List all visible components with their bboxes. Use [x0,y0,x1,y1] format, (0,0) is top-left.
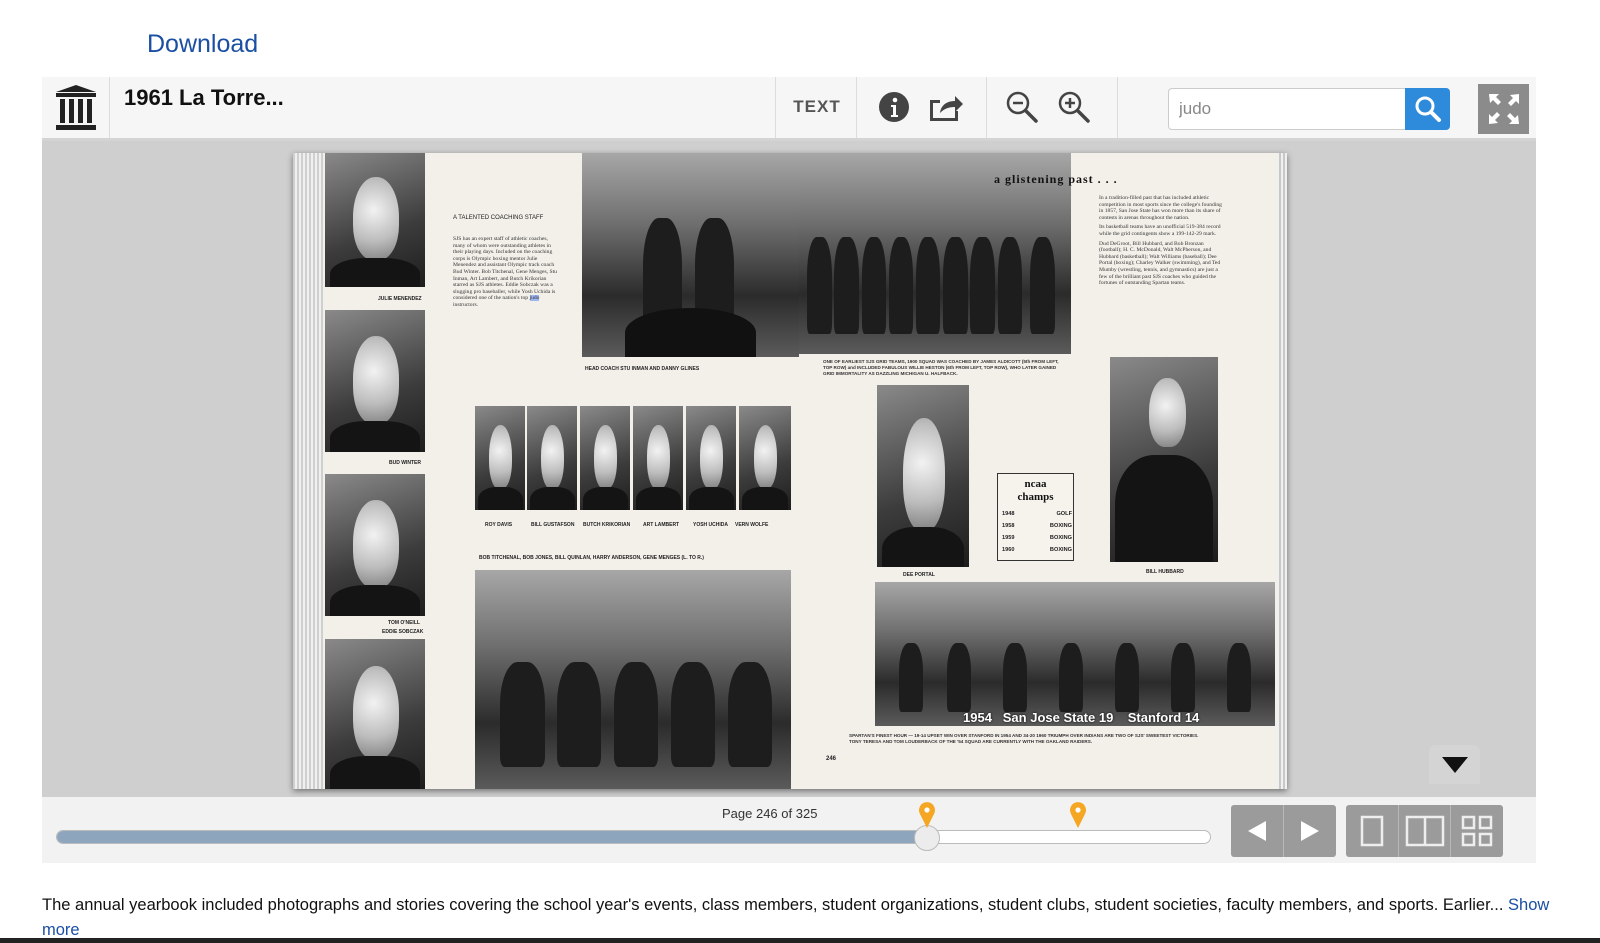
book-spread: JULIE MENENDEZ BUD WINTER TOM O'NEILL ED… [293,153,1287,789]
toolbar-divider [1117,77,1118,138]
football-game-photo [875,582,1275,726]
staff-portrait [633,406,683,510]
description-text: The annual yearbook included photographs… [42,896,1504,914]
zoom-out-icon [1006,91,1038,123]
zoom-in-button[interactable] [1054,85,1094,129]
grid-team-caption: ONE OF EARLIEST SJS GRID TEAMS, 1900 SQU… [823,359,1059,377]
ncaa-row: 1960 BOXING [1002,547,1072,553]
two-page-view-button[interactable] [1399,805,1452,857]
ncaa-row: 1948 GOLF [1002,511,1072,517]
thumbnail-view-icon [1461,815,1493,847]
staff-name: ROY DAVIS [485,522,513,528]
share-icon [930,96,963,121]
staff-portrait [580,406,630,510]
portrait-caption: BUD WINTER [389,460,421,466]
toggle-navbar-button[interactable] [1429,745,1480,784]
fullscreen-button[interactable] [1478,84,1529,134]
book-title: 1961 La Torre... [124,85,284,110]
portrait-caption: EDDIE SOBCZAK [382,629,424,635]
portrait-caption: TOM O'NEILL [388,620,420,626]
staff-name: BILL GUSTAFSON [531,522,575,528]
right-page: a glistening past . . . In a tradition-f… [799,153,1287,789]
search-icon [1415,96,1441,122]
staff-name: YOSH UCHIDA [693,522,729,528]
view-mode-controls [1346,805,1503,857]
arrow-left-icon [1248,821,1266,841]
group-caption: BOB TITCHENAL, BOB JONES, BILL QUINLAN, … [479,555,704,561]
search-input[interactable] [1168,88,1405,130]
coach-portrait [325,153,425,287]
text-view-button[interactable]: TEXT [782,85,852,129]
page-footer-edge [0,938,1600,943]
score-banner: 1954 San Jose State 19 Stanford 14 [963,710,1200,725]
game-caption: SPARTAN'S FINEST HOUR — 19-14 UPSET WIN … [849,733,1199,745]
one-page-view-button[interactable] [1346,805,1399,857]
glisten-text: In a tradition-filled past that has incl… [1099,195,1222,287]
glisten-title: a glistening past . . . [994,172,1118,186]
ncaa-champs-box: ncaa champs 1948 GOLF 1958 BOXING 1959 BOXIN… [997,473,1074,561]
search-button[interactable] [1405,88,1450,130]
staff-portrait [475,406,525,510]
staff-portrait [739,406,791,510]
photo-caption: BILL HUBBARD [1146,569,1184,575]
page-number: 246 [826,756,837,762]
group-photo [475,570,791,789]
next-page-button[interactable] [1284,805,1336,857]
book-navbar: Page 246 of 325 [42,797,1536,863]
ncaa-row: 1959 BOXING [1002,535,1072,541]
page-edge [1277,153,1287,789]
item-description: The annual yearbook included photographs… [42,893,1552,943]
coach-portrait [325,474,425,616]
zoom-in-icon [1058,91,1090,123]
info-icon [879,92,909,122]
chevron-down-icon [1441,756,1468,773]
toolbar-divider [986,77,987,138]
staff-portrait [686,406,736,510]
dee-portal-photo [877,385,969,567]
search-result-marker[interactable] [918,801,936,829]
coaching-text: SJS has an expert staff of athletic coac… [453,236,557,308]
page-flip-controls [1231,805,1336,857]
slider-progress [57,831,927,843]
page-slider[interactable] [56,830,1211,844]
one-page-view-icon [1360,815,1384,847]
coach-portrait [325,639,425,789]
fullscreen-icon [1488,94,1519,124]
zoom-out-button[interactable] [1002,85,1042,129]
photo-caption: DEE PORTAL [903,572,935,578]
page-indicator: Page 246 of 325 [722,806,818,821]
search-highlight: judo [529,295,540,302]
ncaa-row: 1958 BOXING [1002,523,1072,529]
search-result-marker[interactable] [1069,801,1087,829]
two-page-view-icon [1405,815,1444,847]
head-coach-photo [582,153,799,357]
arrow-right-icon [1301,821,1319,841]
staff-portrait [527,406,577,510]
staff-name: BUTCH KRIKORIAN [583,522,631,528]
info-button[interactable] [874,85,914,129]
staff-name: VERN WOLFE [735,522,769,528]
library-logo-icon [55,84,96,130]
head-coach-caption: HEAD COACH STU INMAN AND DANNY GLINES [585,366,700,372]
left-page: JULIE MENENDEZ BUD WINTER TOM O'NEILL ED… [293,153,799,789]
bill-hubbard-photo [1110,357,1218,562]
toolbar-divider [775,77,776,138]
book-reader-toolbar: 1961 La Torre... TEXT [42,77,1536,141]
thumbnail-view-button[interactable] [1451,805,1503,857]
coaching-heading: A TALENTED COACHING STAFF [453,215,544,221]
share-button[interactable] [922,85,968,129]
portrait-caption: JULIE MENENDEZ [378,296,422,302]
staff-name: ART LAMBERT [643,522,680,528]
coach-portrait [325,310,425,452]
download-link[interactable]: Download [147,30,258,59]
previous-page-button[interactable] [1231,805,1284,857]
library-logo[interactable] [42,77,110,138]
page-edge [293,153,323,789]
toolbar-divider [856,77,857,138]
book-viewer[interactable]: JULIE MENENDEZ BUD WINTER TOM O'NEILL ED… [42,141,1536,797]
